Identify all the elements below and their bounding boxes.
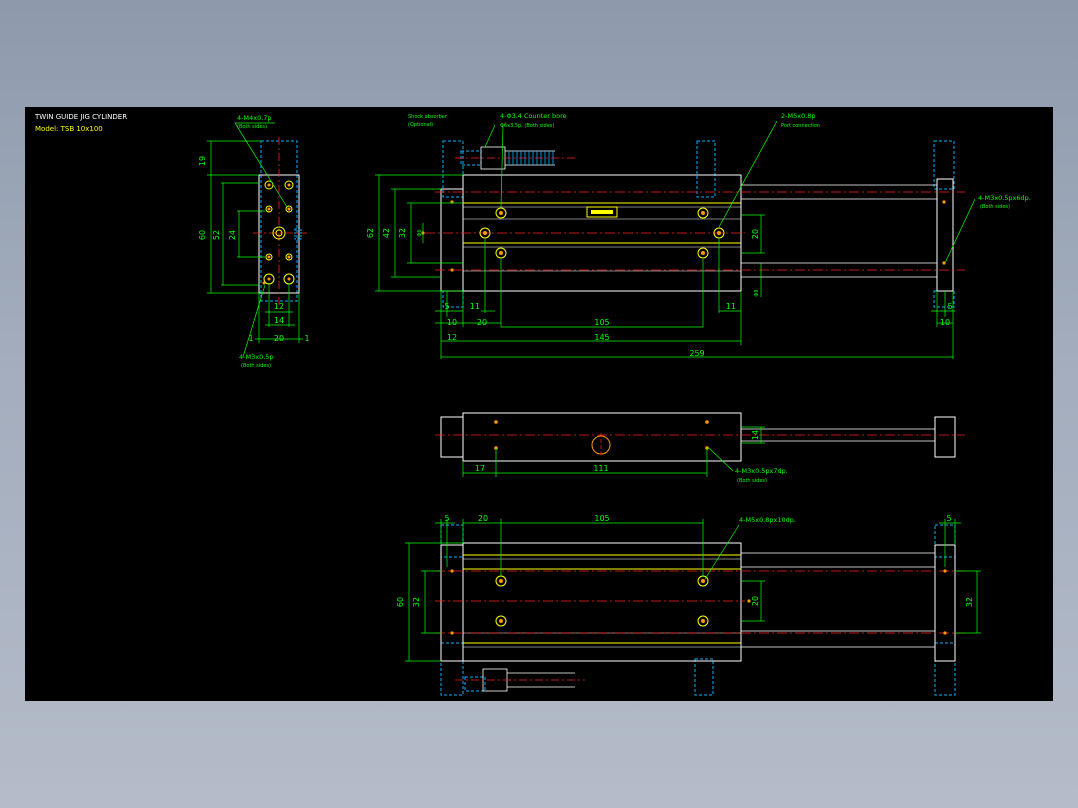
callout-port-sub: Port connection	[781, 123, 820, 129]
callout-bottom: 4-M5x0.8px10dp.	[739, 516, 796, 524]
side-callout-top: 4-M4x0.7p	[237, 114, 272, 122]
dim-5-left: 5	[444, 302, 449, 311]
bottom-view: 5 20 105 5 60 32 20 32 4-M5x0.8px10dp.	[396, 514, 981, 696]
dim-17: 17	[475, 464, 485, 473]
dim-10-left: 10	[447, 318, 457, 327]
dim-32-bottom-left: 32	[412, 597, 421, 607]
dim-1-right: 1	[304, 334, 309, 343]
side-callout-bottom-sub: (Both sides)	[241, 363, 271, 369]
front-view: 62 42 32 Φ6 20 Φ8 5 10 11 20 105 11 5 10…	[366, 112, 1031, 359]
dim-259: 259	[689, 349, 704, 358]
dim-60-bottom: 60	[396, 597, 405, 607]
dim-1-left: 1	[248, 334, 253, 343]
dim-20-horizontal: 20	[477, 318, 487, 327]
dim-20: 20	[274, 334, 284, 343]
dim-20-bottom: 20	[478, 514, 488, 523]
dim-5-bottom-left: 5	[444, 514, 449, 523]
dim-105-bottom: 105	[594, 514, 609, 523]
drawing-title: TWIN GUIDE JIG CYLINDER	[34, 113, 127, 121]
dim-5-bottom-right: 5	[946, 514, 951, 523]
dim-phi6: Φ6	[417, 229, 423, 236]
dim-phi8: Φ8	[754, 289, 760, 296]
callout-counter-bore: 4-Φ3.4 Counter bore	[500, 112, 567, 120]
callout-middle: 4-M3x0.5px7dp.	[735, 467, 788, 475]
side-callout-bottom: 4-M3x0.5p	[239, 353, 274, 361]
dim-111: 111	[593, 464, 608, 473]
dim-24: 24	[228, 230, 237, 240]
dim-42: 42	[382, 228, 391, 238]
dim-145: 145	[594, 333, 609, 342]
dim-19: 19	[198, 156, 207, 166]
dim-32: 32	[398, 228, 407, 238]
drawing-svg: TWIN GUIDE JIG CYLINDER Model: TSB 10x10…	[34, 112, 1031, 696]
dim-20-bottom-vertical: 20	[751, 596, 760, 606]
dim-20-vertical: 20	[751, 229, 760, 239]
dim-32-bottom-right: 32	[965, 597, 974, 607]
dim-105: 105	[594, 318, 609, 327]
side-callout-top-sub: (Both sides)	[237, 124, 267, 130]
callout-shock-absorber-sub: (Optional)	[408, 122, 433, 128]
callout-shock-absorber: Shock absorber	[408, 114, 448, 120]
cad-drawing-canvas[interactable]: TWIN GUIDE JIG CYLINDER Model: TSB 10x10…	[25, 107, 1053, 701]
dim-12: 12	[274, 302, 284, 311]
middle-view: 14 17 111 4-M3x0.5px7dp. (Both sides)	[435, 412, 965, 484]
side-view: 19 60 52 24 12 14 20 1 1 4-M4x0.7p (Both…	[198, 114, 310, 369]
model-label: Model: TSB 10x100	[35, 125, 103, 133]
dim-14-middle: 14	[751, 430, 760, 440]
dim-60: 60	[198, 230, 207, 240]
dim-11-left: 11	[470, 302, 480, 311]
dim-62: 62	[366, 228, 375, 238]
dim-5-right: 5	[947, 302, 952, 311]
dim-14: 14	[274, 316, 284, 325]
dim-12: 12	[447, 333, 457, 342]
callout-middle-sub: (Both sides)	[737, 478, 767, 484]
dim-11-right: 11	[726, 302, 736, 311]
dim-10-right: 10	[940, 318, 950, 327]
callout-rod-threads: 4-M3x0.5px6dp.	[978, 194, 1031, 202]
callout-rod-threads-sub: (Both sides)	[980, 204, 1010, 210]
callout-port: 2-M5x0.8p	[781, 112, 816, 120]
callout-counter-bore-sub: Φ6x3.5p. (Both sides)	[500, 123, 554, 129]
dim-52: 52	[212, 230, 221, 240]
